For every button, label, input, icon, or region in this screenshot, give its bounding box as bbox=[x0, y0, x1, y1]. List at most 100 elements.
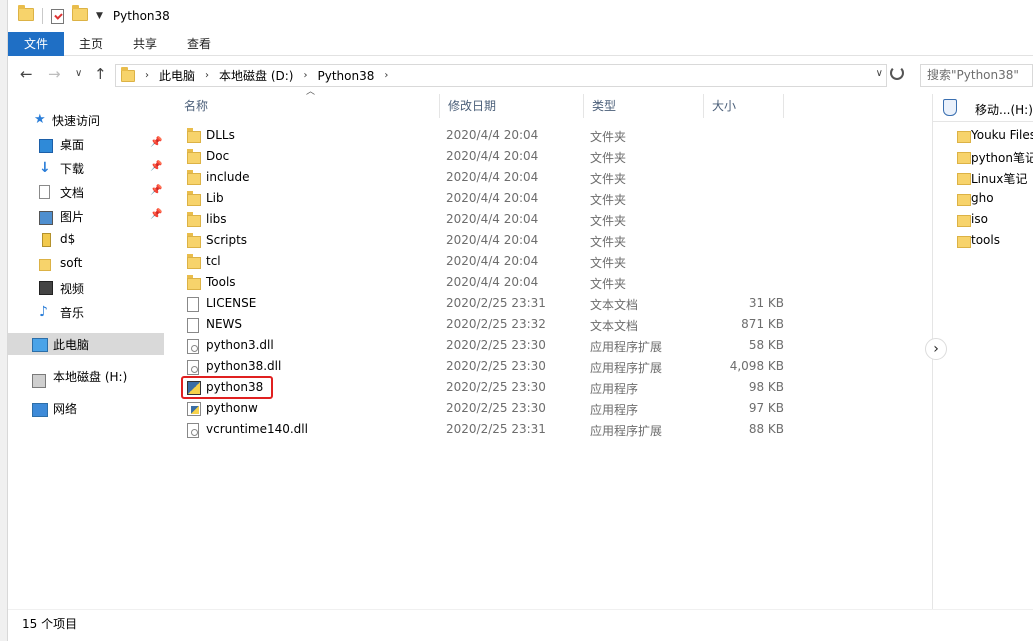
background-window-edge bbox=[0, 0, 8, 641]
column-header-name[interactable]: 名称 bbox=[176, 94, 440, 118]
folder-icon bbox=[187, 149, 201, 164]
new-folder-icon[interactable] bbox=[72, 5, 88, 24]
column-label: 类型 bbox=[592, 99, 617, 113]
search-input[interactable]: 搜索"Python38" bbox=[920, 64, 1033, 87]
folder-icon bbox=[187, 170, 201, 185]
file-row[interactable]: tcl 2020/4/4 20:04 文件夹 bbox=[176, 251, 932, 272]
nav-item-documents[interactable]: 文档 📌 bbox=[8, 181, 164, 203]
file-row[interactable]: libs 2020/4/4 20:04 文件夹 bbox=[176, 209, 932, 230]
drive-icon bbox=[32, 374, 46, 388]
file-type: 文本文档 bbox=[590, 319, 639, 333]
chevron-down-icon[interactable]: ∨ bbox=[876, 68, 883, 79]
python-icon bbox=[187, 381, 201, 395]
breadcrumb-python38[interactable]: Python38 bbox=[317, 69, 374, 83]
column-label: 修改日期 bbox=[448, 99, 497, 113]
file-row[interactable]: Doc 2020/4/4 20:04 文件夹 bbox=[176, 146, 932, 167]
nav-label: 快速访问 bbox=[52, 114, 101, 128]
nav-label: 本地磁盘 (H:) bbox=[53, 370, 128, 384]
file-list: ︿ 名称 修改日期 类型 大小 DLLs 2020/4/4 20:04 文件夹 … bbox=[176, 87, 932, 609]
refresh-icon[interactable] bbox=[890, 66, 904, 80]
window-title: Python38 bbox=[112, 9, 170, 23]
divider bbox=[42, 8, 43, 24]
file-row[interactable]: NEWS 2020/2/25 23:32 文本文档 871 KB bbox=[176, 314, 932, 335]
file-row[interactable]: LICENSE 2020/2/25 23:31 文本文档 31 KB bbox=[176, 293, 932, 314]
pin-icon[interactable]: 📌 bbox=[150, 185, 162, 196]
nav-item-d-share[interactable]: d$ bbox=[8, 229, 164, 251]
file-type: 文件夹 bbox=[590, 130, 627, 144]
column-label: 大小 bbox=[712, 99, 737, 113]
file-type: 文件夹 bbox=[590, 256, 627, 270]
nav-local-disk-h[interactable]: 本地磁盘 (H:) bbox=[8, 365, 164, 388]
breadcrumb-local-disk[interactable]: 本地磁盘 (D:) bbox=[219, 67, 293, 84]
network-icon bbox=[32, 403, 48, 417]
item-count: 15 个项目 bbox=[22, 617, 78, 631]
folder-icon bbox=[121, 66, 135, 82]
file-size: 58 KB bbox=[748, 338, 784, 352]
file-date: 2020/2/25 23:31 bbox=[446, 296, 546, 310]
nav-item-downloads[interactable]: ↓ 下载 📌 bbox=[8, 157, 164, 179]
chevron-right-icon[interactable]: › bbox=[145, 70, 149, 81]
file-row[interactable]: python38.dll 2020/2/25 23:30 应用程序扩展 4,09… bbox=[176, 356, 932, 377]
properties-icon[interactable] bbox=[51, 8, 64, 24]
file-row[interactable]: Tools 2020/4/4 20:04 文件夹 bbox=[176, 272, 932, 293]
nav-label: 视频 bbox=[60, 282, 85, 296]
python-window-icon bbox=[187, 402, 201, 416]
up-arrow-icon[interactable]: ↑ bbox=[94, 65, 107, 83]
folder-icon bbox=[957, 236, 971, 248]
file-name: python38 bbox=[206, 380, 264, 394]
file-row[interactable]: Lib 2020/4/4 20:04 文件夹 bbox=[176, 188, 932, 209]
tab-home[interactable]: 主页 bbox=[64, 32, 118, 56]
file-row[interactable]: DLLs 2020/4/4 20:04 文件夹 bbox=[176, 125, 932, 146]
file-date: 2020/4/4 20:04 bbox=[446, 233, 539, 247]
preview-item-label: gho bbox=[971, 191, 994, 205]
ribbon-tabs: 文件 主页 共享 查看 bbox=[8, 32, 1033, 56]
file-row[interactable]: python38 2020/2/25 23:30 应用程序 98 KB bbox=[176, 376, 932, 399]
back-arrow-icon[interactable]: ← bbox=[20, 65, 33, 83]
column-header-date[interactable]: 修改日期 bbox=[440, 94, 584, 118]
chevron-right-icon[interactable]: › bbox=[925, 338, 947, 360]
nav-quick-access[interactable]: ★ 快速访问 bbox=[8, 109, 164, 131]
file-row[interactable]: python3.dll 2020/2/25 23:30 应用程序扩展 58 KB bbox=[176, 335, 932, 356]
breadcrumb-this-pc[interactable]: 此电脑 bbox=[159, 67, 195, 84]
nav-item-pictures[interactable]: 图片 📌 bbox=[8, 205, 164, 227]
chevron-right-icon[interactable]: › bbox=[384, 70, 388, 81]
folder-icon bbox=[957, 152, 971, 164]
pin-icon[interactable]: 📌 bbox=[150, 137, 162, 148]
file-name: tcl bbox=[206, 254, 221, 268]
chevron-down-icon[interactable]: ∨ bbox=[75, 68, 82, 79]
pin-icon[interactable]: 📌 bbox=[150, 209, 162, 220]
nav-item-desktop[interactable]: 桌面 📌 bbox=[8, 133, 164, 155]
file-type: 应用程序 bbox=[590, 382, 639, 396]
file-type: 文件夹 bbox=[590, 235, 627, 249]
star-icon: ★ bbox=[34, 112, 46, 127]
tab-share[interactable]: 共享 bbox=[118, 32, 172, 56]
nav-network[interactable]: 网络 bbox=[8, 397, 164, 419]
file-date: 2020/4/4 20:04 bbox=[446, 149, 539, 163]
file-name: LICENSE bbox=[206, 296, 257, 310]
file-row[interactable]: vcruntime140.dll 2020/2/25 23:31 应用程序扩展 … bbox=[176, 419, 932, 440]
column-header-type[interactable]: 类型 bbox=[584, 94, 704, 118]
nav-item-music[interactable]: ♪ 音乐 bbox=[8, 301, 164, 323]
folder-icon bbox=[39, 259, 51, 271]
status-bar: 15 个项目 bbox=[8, 609, 1033, 641]
nav-this-pc[interactable]: 此电脑 bbox=[8, 333, 164, 355]
text-file-icon bbox=[187, 318, 199, 333]
nav-item-soft[interactable]: soft bbox=[8, 253, 164, 275]
chevron-right-icon[interactable]: › bbox=[303, 70, 307, 81]
address-bar[interactable]: › 此电脑 › 本地磁盘 (D:) › Python38 › ∨ bbox=[115, 64, 887, 87]
tab-view[interactable]: 查看 bbox=[172, 32, 226, 56]
file-type: 应用程序扩展 bbox=[590, 340, 663, 354]
file-size: 31 KB bbox=[748, 296, 784, 310]
column-header-size[interactable]: 大小 bbox=[704, 94, 784, 118]
chevron-right-icon[interactable]: › bbox=[205, 70, 209, 81]
nav-item-videos[interactable]: 视频 bbox=[8, 277, 164, 299]
file-row[interactable]: Scripts 2020/4/4 20:04 文件夹 bbox=[176, 230, 932, 251]
file-row[interactable]: include 2020/4/4 20:04 文件夹 bbox=[176, 167, 932, 188]
nav-label: soft bbox=[60, 256, 83, 270]
chevron-down-icon[interactable]: ▼ bbox=[96, 11, 103, 21]
tab-file[interactable]: 文件 bbox=[8, 32, 65, 56]
pin-icon[interactable]: 📌 bbox=[150, 161, 162, 172]
dll-file-icon bbox=[187, 423, 199, 438]
file-row[interactable]: pythonw 2020/2/25 23:30 应用程序 97 KB bbox=[176, 398, 932, 419]
forward-arrow-icon[interactable]: → bbox=[48, 65, 61, 83]
